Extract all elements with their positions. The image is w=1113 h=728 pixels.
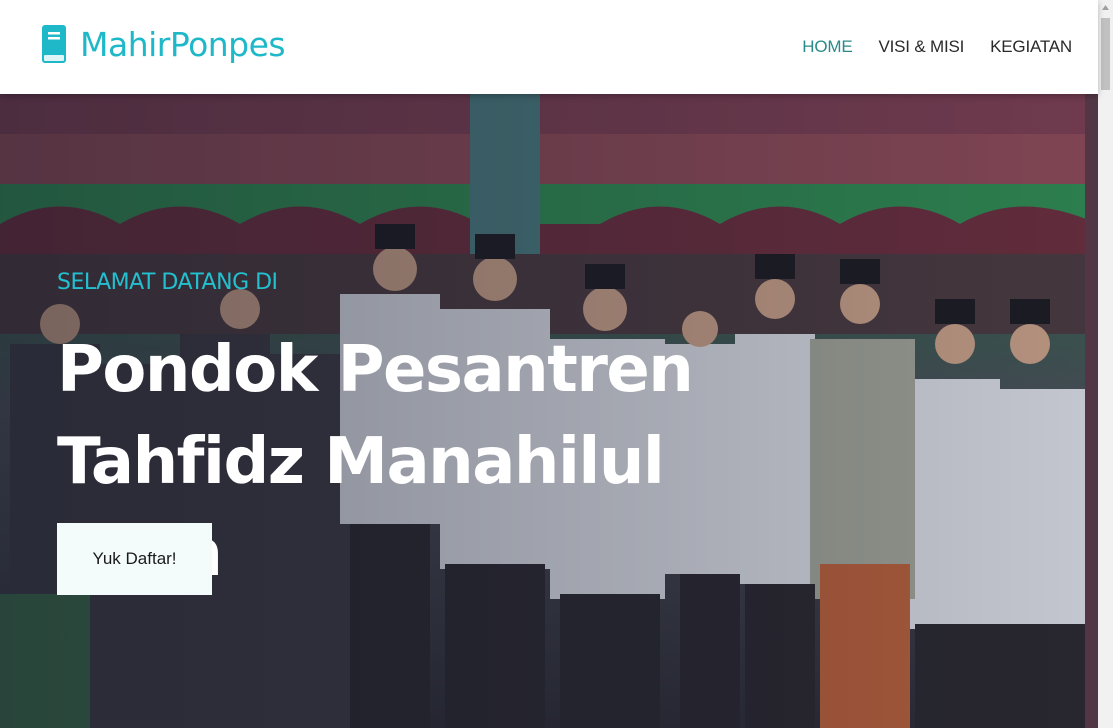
- page-scrollbar[interactable]: [1098, 0, 1113, 728]
- nav-visi-misi[interactable]: VISI & MISI: [879, 37, 965, 57]
- hero-section: SELAMAT DATANG DI Pondok Pesantren Tahfi…: [0, 94, 1098, 728]
- nav-kegiatan[interactable]: KEGIATAN: [990, 37, 1072, 57]
- hero-title-line-1: Pondok Pesantren: [57, 333, 694, 407]
- book-icon: [42, 25, 66, 63]
- nav-home[interactable]: HOME: [802, 37, 852, 57]
- top-navbar: MahirPonpes HOME VISI & MISI KEGIATAN: [0, 0, 1098, 94]
- main-nav: HOME VISI & MISI KEGIATAN: [776, 37, 1072, 57]
- brand-logo-link[interactable]: MahirPonpes: [41, 24, 286, 64]
- brand-name: MahirPonpes: [80, 24, 286, 64]
- hero-subtitle: SELAMAT DATANG DI: [57, 270, 278, 295]
- scrollbar-thumb[interactable]: [1101, 18, 1110, 90]
- register-button[interactable]: Yuk Daftar!: [57, 523, 212, 595]
- scroll-up-arrow-icon[interactable]: [1101, 3, 1110, 13]
